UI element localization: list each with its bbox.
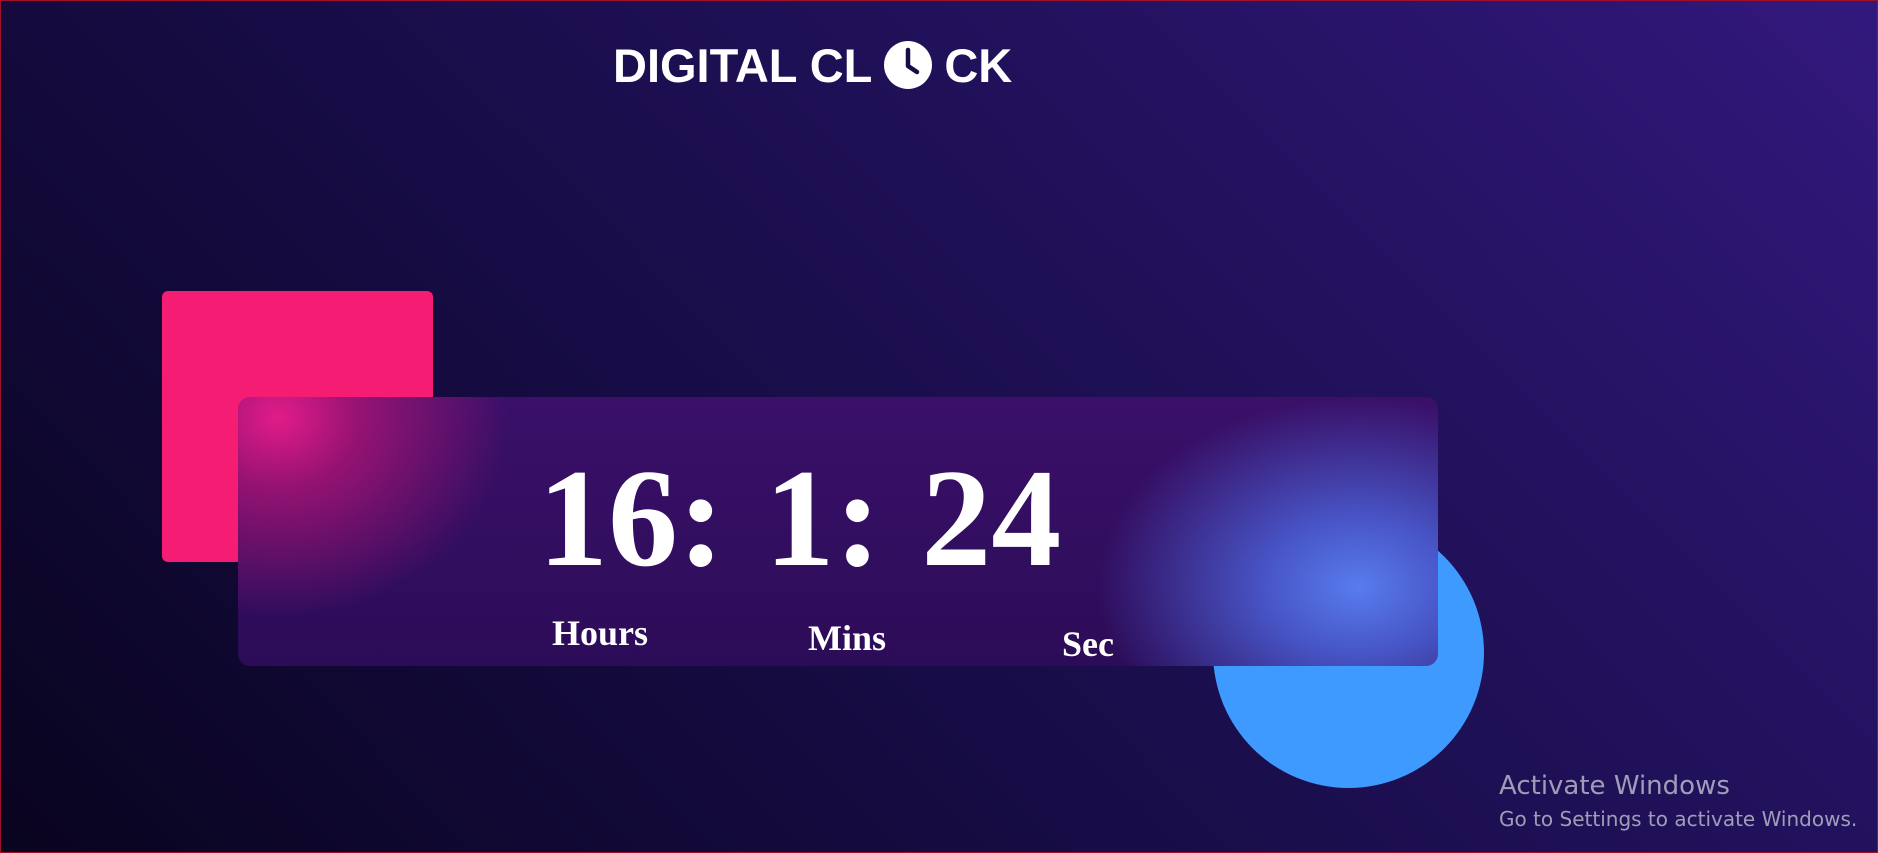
sec-label: Sec <box>1062 624 1114 664</box>
activate-windows-watermark: Activate Windows Go to Settings to activ… <box>1499 769 1857 835</box>
title-text-right: CK <box>944 38 1013 92</box>
time-display: 16:1:24 <box>538 449 1061 589</box>
clock-page: { "header": { "title_left": "DIGITAL CL"… <box>0 0 1878 853</box>
minutes-value: 1 <box>764 441 835 596</box>
hours-value: 16 <box>538 441 678 596</box>
mins-label: Mins <box>808 618 887 658</box>
seconds-value: 24 <box>921 441 1062 596</box>
hours-label: Hours <box>552 613 649 653</box>
separator-hours: : <box>678 441 725 596</box>
title-text-left: DIGITAL CL <box>613 38 873 92</box>
watermark-title: Activate Windows <box>1499 771 1730 801</box>
page-title: DIGITAL CL CK <box>613 35 1012 95</box>
separator-minutes: : <box>834 441 882 596</box>
watermark-subtitle: Go to Settings to activate Windows. <box>1499 807 1858 831</box>
clock-icon <box>883 40 933 90</box>
